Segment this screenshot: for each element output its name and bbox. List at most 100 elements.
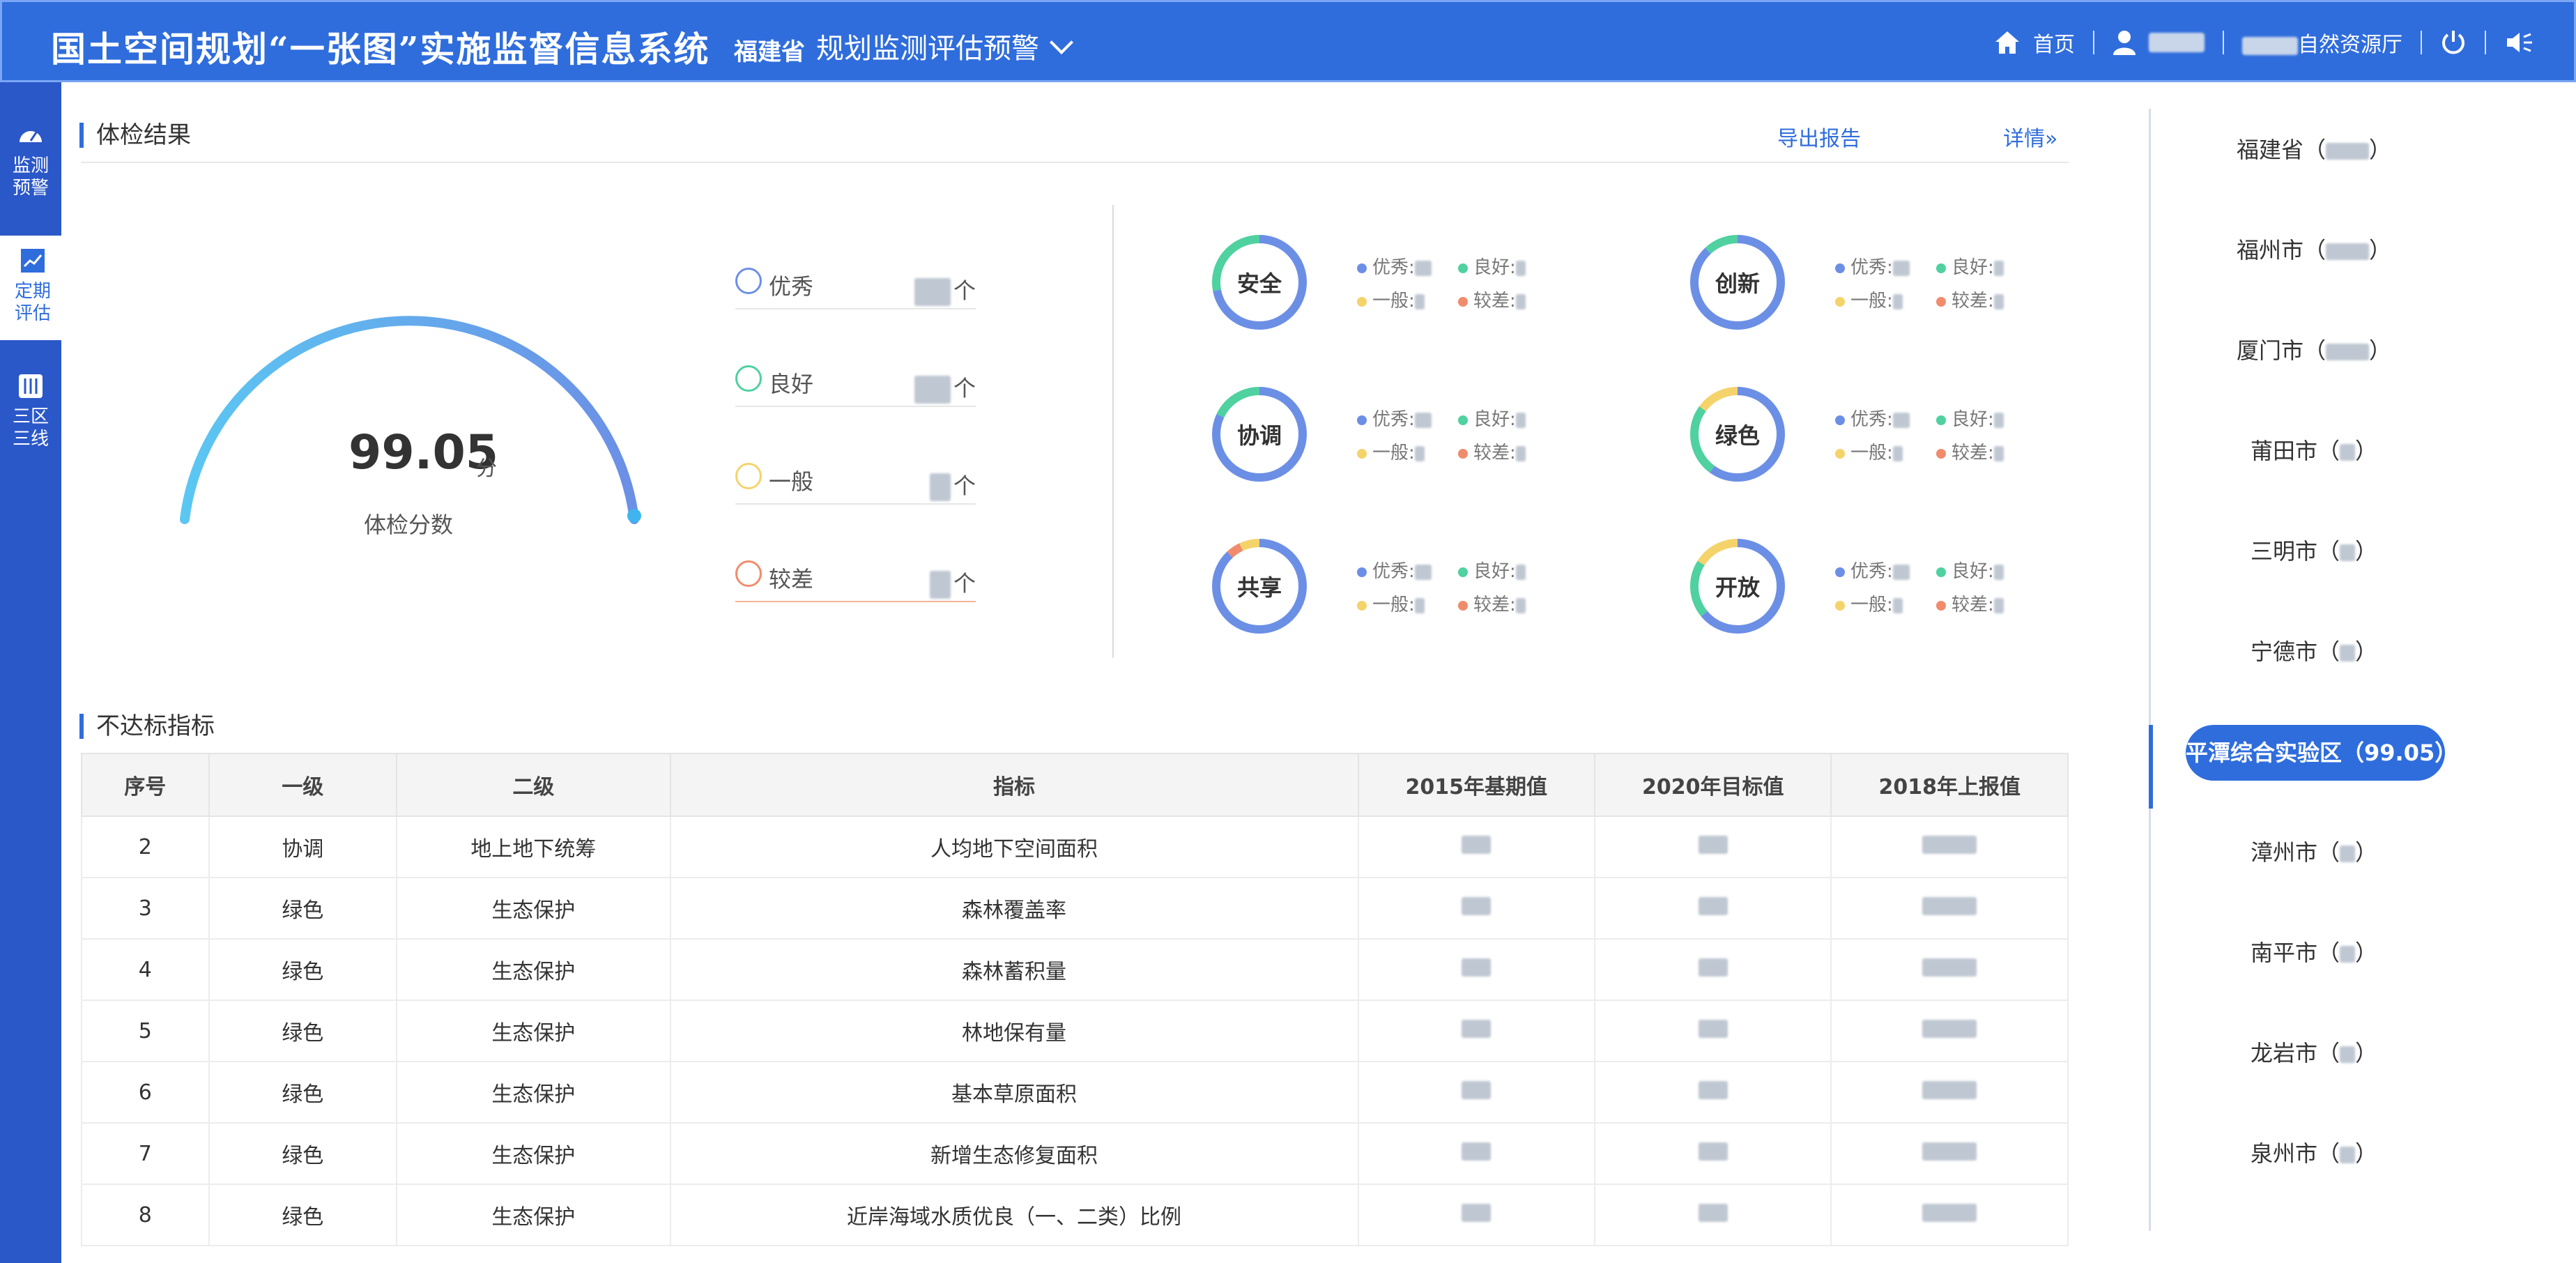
section-divider (81, 162, 2069, 163)
nav-label: 三区 (12, 406, 49, 427)
category-stats: 优秀: 良好: 一般: 较差: (1835, 403, 2037, 470)
table-cell: 6 (81, 1061, 210, 1124)
table-cell-redacted (1357, 938, 1596, 1001)
table-cell: 7 (81, 1122, 210, 1185)
table-cell: 绿色 (208, 1061, 398, 1124)
table-cell-redacted (1357, 1122, 1596, 1185)
city-item[interactable]: 厦门市（） (2175, 333, 2453, 365)
city-item[interactable]: 福建省（） (2175, 132, 2453, 164)
category-name: 安全 (1236, 270, 1282, 297)
module-dropdown[interactable]: 规划监测评估预警 (816, 26, 1073, 66)
table-cell: 生态保护 (396, 1000, 671, 1062)
sad-face-icon (735, 560, 762, 587)
table-cell: 8 (81, 1184, 210, 1246)
city-item[interactable]: 南平市（） (2175, 935, 2453, 967)
smile-icon (735, 268, 762, 294)
gauge-icon (20, 131, 42, 142)
table-cell-redacted (1594, 1000, 1832, 1062)
speaker-icon[interactable] (2504, 30, 2533, 55)
table-cell: 地上地下统筹 (396, 816, 671, 878)
table-row: 7 绿色 生态保护 新增生态修复面积 (81, 1122, 2069, 1185)
table-cell-redacted (1357, 1184, 1596, 1246)
home-link[interactable]: 首页 (2033, 27, 2075, 58)
table-cell: 森林覆盖率 (669, 877, 1359, 940)
table-header-row: 序号 一级 二级 指标 2015年基期值 2020年目标值 2018年上报值 (81, 753, 2069, 817)
column-header: 二级 (396, 753, 671, 817)
header-separator (2421, 31, 2422, 54)
failed-section-title: 不达标指标 (79, 714, 215, 739)
category-stats: 优秀: 良好: 一般: 较差: (1357, 403, 1559, 470)
rating-good: 良好 个 (735, 364, 976, 407)
table-cell: 绿色 (208, 1122, 398, 1185)
user-icon (2113, 31, 2136, 55)
category-name: 创新 (1715, 270, 1760, 297)
table-cell-redacted (1830, 877, 2069, 940)
table-cell: 生态保护 (396, 877, 671, 940)
table-cell-redacted (1594, 1184, 1832, 1246)
table-cell-redacted (1594, 938, 1832, 1001)
city-item[interactable]: 龙岩市（） (2175, 1036, 2453, 1068)
city-item[interactable]: 宁德市（） (2175, 634, 2453, 666)
category-stats: 优秀: 良好: 一般: 较差: (1357, 251, 1559, 318)
header-separator (2093, 31, 2094, 54)
province-label: 福建省 (734, 38, 805, 66)
org-name: 自然资源厅 (2242, 27, 2402, 58)
smile-icon (735, 365, 762, 392)
table-cell: 4 (81, 938, 210, 1001)
user-name[interactable] (2149, 33, 2205, 52)
rating-label: 良好 (769, 371, 814, 397)
nav-label: 三线 (12, 429, 49, 450)
category-4[interactable]: 共享 优秀: 良好: 一般: 较差: (1207, 534, 1625, 645)
sliders-icon (19, 374, 43, 398)
column-header: 一级 (208, 753, 398, 817)
rating-poor: 较差 个 (735, 559, 976, 602)
category-stats: 优秀: 良好: 一般: 较差: (1835, 251, 2037, 318)
table-row: 3 绿色 生态保护 森林覆盖率 (81, 877, 2069, 940)
column-header: 2015年基期值 (1357, 753, 1596, 817)
nav-item-three-zones[interactable]: 三区 三线 (0, 361, 61, 466)
table-cell: 人均地下空间面积 (669, 816, 1359, 878)
score-caption: 体检分数 (364, 512, 454, 538)
rating-label: 优秀 (769, 273, 814, 300)
table-row: 5 绿色 生态保护 林地保有量 (81, 1000, 2069, 1062)
category-0[interactable]: 安全 优秀: 良好: 一般: 较差: (1207, 230, 1625, 342)
table-cell-redacted (1357, 816, 1596, 878)
table-cell: 生态保护 (396, 1122, 671, 1185)
score-unit: 分 (476, 457, 497, 481)
nav-item-periodic-evaluation[interactable]: 定期 评估 (0, 236, 61, 340)
table-cell: 绿色 (208, 877, 398, 940)
category-3[interactable]: 绿色 优秀: 良好: 一般: 较差: (1685, 382, 2103, 493)
rating-label: 较差 (769, 566, 814, 592)
city-item[interactable]: 泉州市（） (2175, 1136, 2453, 1168)
table-cell: 协调 (208, 816, 398, 878)
column-header: 2018年上报值 (1830, 753, 2069, 817)
column-header: 2020年目标值 (1594, 753, 1832, 817)
city-item[interactable]: 莆田市（） (2175, 434, 2453, 466)
category-name: 协调 (1236, 422, 1282, 449)
module-label: 规划监测评估预警 (816, 33, 1039, 65)
vertical-divider (1112, 205, 1114, 658)
header-separator (2485, 31, 2486, 54)
category-1[interactable]: 创新 优秀: 良好: 一般: 较差: (1685, 230, 2103, 342)
city-item[interactable]: 福州市（） (2175, 233, 2453, 265)
city-item[interactable]: 漳州市（） (2175, 835, 2453, 867)
category-stats: 优秀: 良好: 一般: 较差: (1835, 555, 2037, 622)
home-icon[interactable] (1994, 30, 2021, 55)
details-link[interactable]: 详情» (2003, 121, 2057, 152)
power-icon[interactable] (2440, 29, 2467, 56)
export-report-link[interactable]: 导出报告 (1777, 121, 1861, 152)
rating-excellent: 优秀 个 (735, 266, 976, 309)
city-item[interactable]: 平潭综合实验区（99.05） (2186, 725, 2457, 781)
table-cell-redacted (1830, 1122, 2069, 1185)
category-2[interactable]: 协调 优秀: 良好: 一般: 较差: (1207, 382, 1625, 493)
rating-count: 个 (914, 273, 976, 306)
city-item[interactable]: 三明市（） (2175, 534, 2453, 566)
table-cell-redacted (1357, 1061, 1596, 1124)
selected-marker (2149, 725, 2153, 809)
rating-label: 一般 (769, 468, 814, 495)
table-cell: 绿色 (208, 938, 398, 1001)
column-header: 序号 (81, 753, 210, 817)
category-5[interactable]: 开放 优秀: 良好: 一般: 较差: (1685, 534, 2103, 645)
category-stats: 优秀: 良好: 一般: 较差: (1357, 555, 1559, 622)
nav-item-monitoring[interactable]: 监测 预警 (0, 110, 61, 215)
